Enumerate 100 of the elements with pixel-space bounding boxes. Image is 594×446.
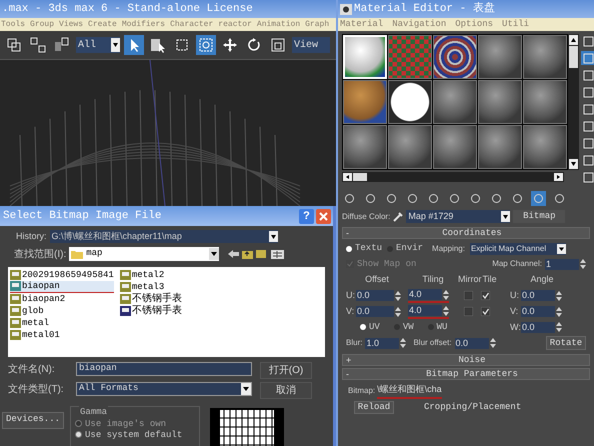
devices-button[interactable]: Devices... <box>2 412 64 428</box>
material-sphere-swatch[interactable] <box>478 125 522 169</box>
toolbar-button[interactable] <box>531 190 546 206</box>
back-arrow-icon[interactable] <box>228 250 240 258</box>
map-name-field[interactable]: Map #1729 <box>406 210 510 223</box>
material-sphere-swatch[interactable] <box>478 35 522 79</box>
material-sphere-swatch[interactable] <box>343 125 387 169</box>
history-dropdown[interactable]: G:\博\螺丝和图框\chapter11\map <box>50 230 278 244</box>
file-item[interactable]: metal2 <box>120 268 182 280</box>
number-field[interactable]: 0.0 <box>521 322 555 333</box>
file-item[interactable]: glob <box>10 304 114 316</box>
radio-option[interactable]: UV <box>360 320 380 334</box>
rotate-button[interactable]: Rotate <box>546 336 586 350</box>
column-header: Tiling <box>422 273 444 286</box>
radio-option[interactable]: VW <box>394 320 414 334</box>
bitmap-path-button[interactable]: \螺丝和图框\cha <box>377 383 442 398</box>
file-name-field[interactable]: biaopan <box>76 362 252 376</box>
field-label: 查找范围(I): <box>14 248 66 262</box>
tool-icon <box>491 192 502 204</box>
side-tool-button[interactable] <box>581 119 594 133</box>
toolbar-button[interactable] <box>28 35 48 55</box>
number-field[interactable]: 0.0 <box>454 338 489 348</box>
dropdown[interactable]: View <box>292 37 330 53</box>
rollout-header[interactable]: - Coordinates <box>342 227 590 239</box>
dropdown[interactable]: All <box>76 37 120 53</box>
reload-button[interactable]: Reload <box>354 400 394 414</box>
side-tool-button[interactable] <box>581 153 594 167</box>
file-item[interactable]: metal <box>10 316 114 328</box>
help-button[interactable]: ? <box>299 208 314 224</box>
tool-icon <box>583 104 594 114</box>
rollout-header[interactable]: - Bitmap Parameters <box>342 368 590 380</box>
rollout-toggle[interactable]: - <box>343 369 355 379</box>
material-sphere-swatch[interactable] <box>388 125 432 169</box>
number-field[interactable]: 0.0 <box>356 290 394 301</box>
checkbox[interactable] <box>481 307 490 316</box>
rollout-toggle[interactable]: + <box>343 355 355 365</box>
close-icon[interactable] <box>316 208 331 224</box>
material-sphere-swatch[interactable] <box>388 80 432 124</box>
side-tool-button[interactable] <box>581 170 594 184</box>
number-field[interactable]: 0.0 <box>356 306 394 317</box>
file-item[interactable]: metal01 <box>10 328 114 340</box>
file-item[interactable]: 不锈钢手表 <box>120 292 182 304</box>
side-tool-button[interactable] <box>581 136 594 150</box>
number-field[interactable]: 0.0 <box>521 290 555 301</box>
tool-icon <box>428 192 439 204</box>
side-tool-button[interactable] <box>581 34 594 48</box>
file-item[interactable]: metal3 <box>120 280 182 292</box>
swirl-swatch[interactable] <box>433 35 477 79</box>
material-sphere-swatch[interactable] <box>478 80 522 124</box>
side-tool-button[interactable] <box>581 85 594 99</box>
radio-option[interactable]: Use system default <box>75 430 200 440</box>
horizontal-scrollbar[interactable] <box>342 172 564 182</box>
column-header: Mirror <box>458 273 482 286</box>
image-file-icon <box>120 294 131 304</box>
mapping-dropdown[interactable]: Explicit Map Channel <box>470 242 566 255</box>
material-sphere-swatch[interactable] <box>343 35 387 79</box>
file-item[interactable]: biaopan2 <box>10 292 114 304</box>
checkbox[interactable] <box>464 307 473 316</box>
rollout-toggle[interactable]: - <box>343 228 355 238</box>
material-sphere-swatch[interactable] <box>433 80 477 124</box>
number-field[interactable]: 4.0 <box>408 305 442 316</box>
cancel-button[interactable]: 取消 <box>260 382 312 398</box>
file-item[interactable]: 不锈钢手表 <box>120 304 182 316</box>
radio-option[interactable]: Textu <box>346 242 382 256</box>
side-tool-button[interactable] <box>581 102 594 116</box>
up-folder-icon[interactable] <box>242 250 254 258</box>
side-tool-button[interactable] <box>581 51 594 65</box>
tool-icon <box>583 138 594 148</box>
material-sphere-swatch[interactable] <box>433 125 477 169</box>
file-item[interactable]: biaopan <box>10 280 114 292</box>
field-label: Diffuse Color: <box>342 210 390 222</box>
file-item[interactable]: 20029198659495841 <box>10 268 114 280</box>
psd-file-icon <box>120 306 131 316</box>
look-in-dropdown[interactable]: map <box>69 247 220 261</box>
checkbox[interactable] <box>481 291 490 300</box>
field-label: V: <box>510 304 520 318</box>
new-folder-icon[interactable] <box>256 250 266 258</box>
material-sphere-swatch[interactable] <box>523 35 567 79</box>
radio-option[interactable]: Use image's own <box>75 418 200 428</box>
view-menu-icon[interactable] <box>271 250 284 258</box>
material-sphere-swatch[interactable] <box>523 80 567 124</box>
radio-option[interactable]: Envir <box>387 242 424 256</box>
checker-swatch[interactable] <box>388 35 432 79</box>
open-button[interactable]: 打开(O) <box>260 362 312 378</box>
map-type-button[interactable]: Bitmap <box>513 210 566 223</box>
number-field[interactable]: 0.0 <box>521 306 555 317</box>
file-type-dropdown[interactable]: All Formats <box>76 382 252 396</box>
material-sphere-swatch[interactable] <box>523 125 567 169</box>
eyedropper-icon[interactable] <box>393 212 404 222</box>
side-tool-button[interactable] <box>581 68 594 82</box>
wood-sphere-swatch[interactable] <box>343 80 387 124</box>
checkbox[interactable] <box>464 291 473 300</box>
rollout-header[interactable]: + Noise <box>342 354 590 366</box>
number-field[interactable]: 4.0 <box>408 289 442 300</box>
radio-option[interactable]: WU <box>428 320 448 334</box>
vertical-scrollbar[interactable] <box>568 34 579 170</box>
list-cursor-icon <box>150 37 166 53</box>
rotate-icon <box>246 37 262 53</box>
number-field[interactable]: 1 <box>545 258 579 270</box>
number-field[interactable]: 1.0 <box>365 338 400 348</box>
